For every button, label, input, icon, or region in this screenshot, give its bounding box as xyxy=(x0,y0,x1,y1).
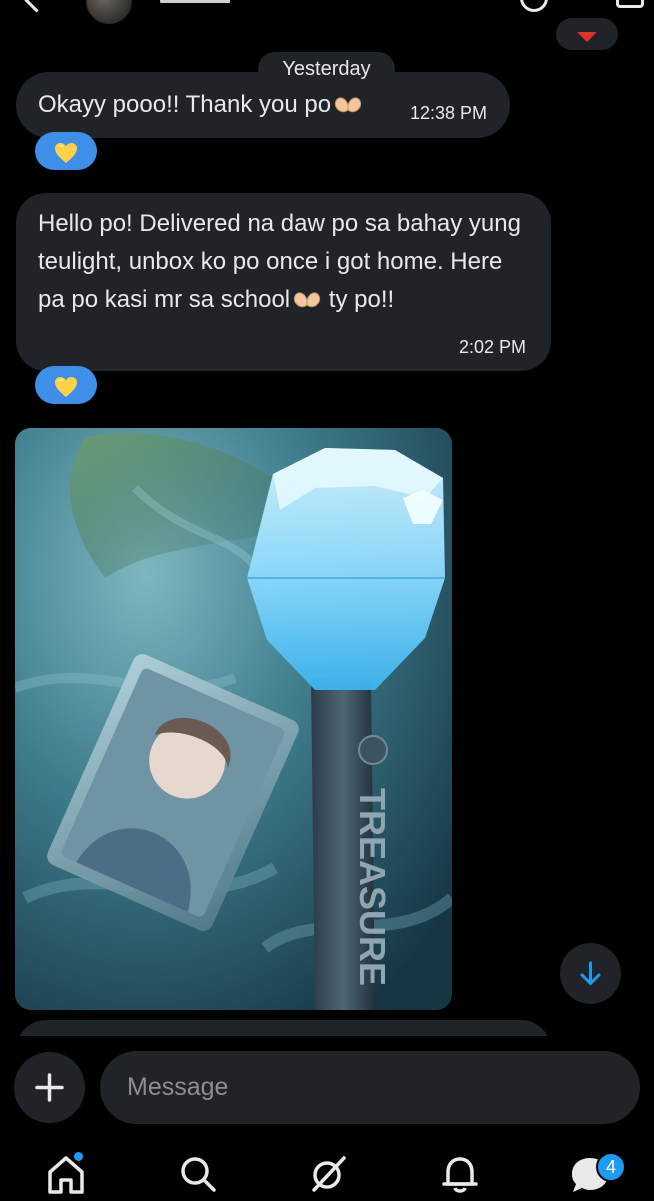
grok-icon xyxy=(312,1156,346,1192)
messages-badge: 4 xyxy=(596,1152,626,1182)
message-text: Hello po! Delivered na daw po sa bahay y… xyxy=(38,210,521,313)
bell-icon xyxy=(442,1157,478,1193)
reaction-pill[interactable] xyxy=(35,132,97,170)
video-icon[interactable] xyxy=(616,0,644,8)
message-bubble[interactable]: Hello po! Delivered na daw po sa bahay y… xyxy=(16,193,551,371)
date-separator: Yesterday xyxy=(258,52,395,86)
lightstick-photo: TREASURE xyxy=(15,428,452,1010)
yellow-heart-icon xyxy=(55,377,77,397)
heart-hands-icon xyxy=(334,97,362,113)
nav-search[interactable] xyxy=(176,1152,220,1196)
search-icon xyxy=(181,1157,216,1192)
message-timestamp: 2:02 PM xyxy=(459,337,527,357)
heart-hands-icon xyxy=(294,292,321,308)
message-input[interactable] xyxy=(100,1051,640,1124)
back-icon[interactable] xyxy=(24,0,49,13)
message-text: Okayy pooo!! Thank you po xyxy=(38,86,363,124)
message-timestamp: 12:38 PM xyxy=(410,103,488,123)
nav-notifications[interactable] xyxy=(438,1152,482,1196)
nav-grok[interactable] xyxy=(306,1152,350,1196)
plus-icon xyxy=(35,1073,64,1102)
scroll-to-bottom-button[interactable] xyxy=(560,943,621,1004)
avatar[interactable] xyxy=(86,0,132,24)
call-icon[interactable] xyxy=(520,0,548,12)
conversation-header xyxy=(0,0,654,24)
arrow-down-icon xyxy=(580,961,601,985)
yellow-heart-icon xyxy=(55,143,77,163)
photo-attachment[interactable]: TREASURE xyxy=(15,428,452,1010)
contact-name[interactable] xyxy=(160,0,240,4)
reaction-pill[interactable] xyxy=(35,366,97,404)
lightstick-label: TREASURE xyxy=(352,788,393,986)
new-content-dot xyxy=(74,1152,83,1161)
add-media-button[interactable] xyxy=(14,1052,85,1123)
reaction-badge[interactable] xyxy=(556,18,618,50)
